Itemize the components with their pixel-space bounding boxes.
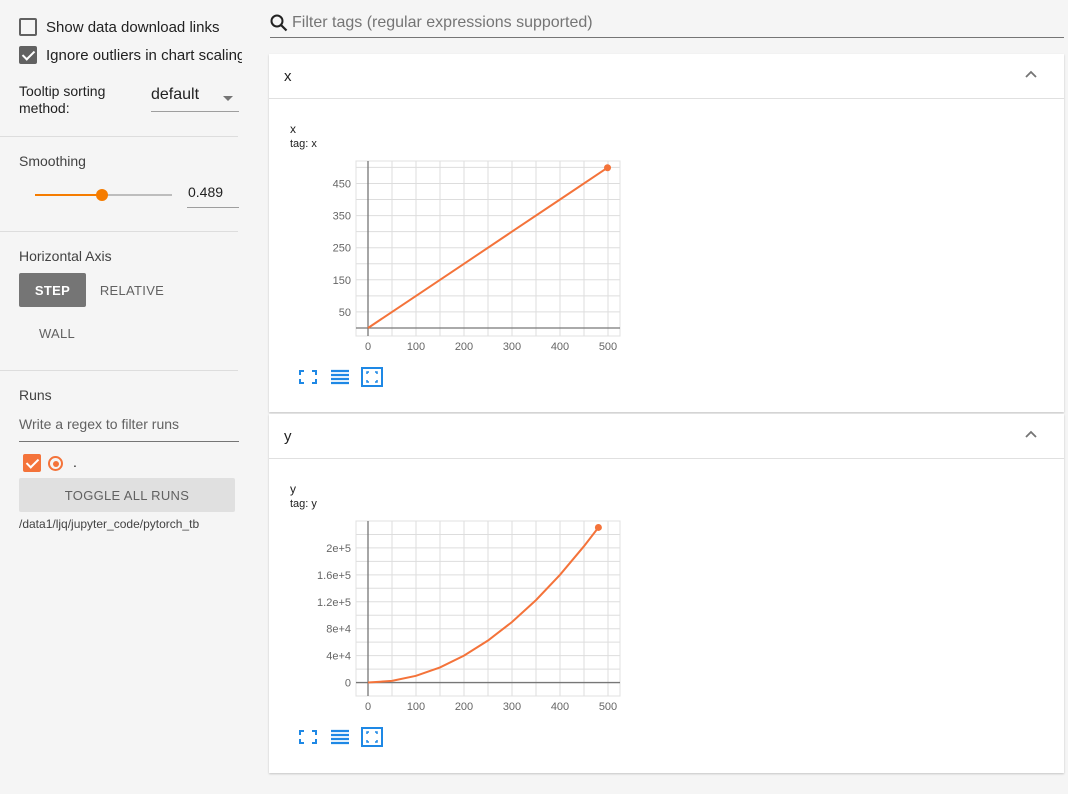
tooltip-sorting-dropdown[interactable]: default — [151, 86, 239, 112]
runs-filter-input[interactable]: Write a regex to filter runs — [19, 416, 239, 442]
chart-card-x: x x tag: x 0 100 200 300 400 500 50 150 250 350 45… — [269, 54, 1064, 412]
runs-title: Runs — [19, 387, 52, 403]
divider — [0, 370, 238, 371]
card-header-y[interactable]: y — [269, 414, 1064, 459]
tooltip-sorting-label: Tooltip sorting method: — [19, 83, 106, 116]
run-checkbox[interactable] — [23, 454, 41, 472]
series-last-point — [604, 164, 612, 172]
y-tick-label: 4e+4 — [326, 651, 351, 663]
smoothing-slider[interactable] — [35, 189, 172, 201]
series-line — [367, 526, 600, 684]
card-header-title: x — [284, 67, 292, 85]
fit-domain-icon[interactable] — [361, 367, 383, 387]
y-tick-label: 8e+4 — [326, 624, 351, 636]
y-tick-label: 150 — [333, 275, 351, 287]
fullscreen-icon[interactable] — [297, 367, 319, 387]
smoothing-value-input[interactable]: 0.489 — [187, 184, 239, 208]
chart-title: x — [290, 122, 296, 136]
y-tick-label: 2e+5 — [326, 543, 351, 555]
x-tick-label: 0 — [365, 341, 371, 353]
show-download-links-row[interactable]: Show data download links — [19, 18, 219, 36]
x-tick-label: 300 — [503, 341, 521, 353]
smoothing-slider-knob[interactable] — [95, 189, 108, 201]
ignore-outliers-checkbox[interactable] — [19, 46, 37, 64]
chevron-up-icon[interactable] — [1024, 429, 1038, 439]
x-tick-label: 0 — [365, 701, 371, 713]
search-icon — [270, 14, 288, 31]
tooltip-sorting-value: default — [151, 86, 200, 103]
data-table-icon[interactable] — [329, 727, 351, 747]
x-tick-label: 300 — [503, 701, 521, 713]
tag-filter-placeholder: Filter tags (regular expressions support… — [292, 13, 593, 31]
toggle-all-runs-button[interactable]: TOGGLE ALL RUNS — [19, 478, 235, 512]
x-tick-label: 200 — [455, 701, 473, 713]
run-color-radio-icon[interactable] — [48, 456, 63, 471]
chart-x[interactable]: 0 100 200 300 400 500 50 150 250 350 450 — [269, 154, 649, 364]
x-tick-label: 100 — [407, 701, 425, 713]
y-tick-label: 1.6e+5 — [317, 570, 351, 582]
axis-relative-button[interactable]: RELATIVE — [94, 273, 170, 307]
y-tick-label: 50 — [339, 307, 351, 319]
series-last-point — [594, 523, 602, 531]
chart-toolbar — [297, 727, 383, 747]
axis-step-button[interactable]: STEP — [19, 273, 86, 307]
chart-toolbar — [297, 367, 383, 387]
chart-tag: tag: x — [290, 138, 317, 150]
chart-tag: tag: y — [290, 498, 317, 510]
smoothing-slider-fill — [35, 194, 102, 196]
y-tick-label: 1.2e+5 — [317, 597, 351, 609]
x-tick-label: 100 — [407, 341, 425, 353]
grid — [356, 520, 620, 697]
run-path: /data1/ljq/jupyter_code/pytorch_tb — [19, 517, 200, 531]
fit-domain-icon[interactable] — [361, 727, 383, 747]
x-tick-label: 400 — [551, 341, 569, 353]
chevron-up-icon[interactable] — [1024, 69, 1038, 79]
divider — [0, 136, 238, 137]
y-tick-label: 250 — [333, 243, 351, 255]
x-tick-label: 500 — [599, 701, 617, 713]
show-download-links-checkbox[interactable] — [19, 18, 37, 36]
y-tick-label: 0 — [345, 678, 351, 690]
axis-wall-button[interactable]: WALL — [27, 316, 87, 350]
show-download-links-label: Show data download links — [46, 18, 220, 36]
chart-title: y — [290, 482, 296, 496]
horizontal-axis-title: Horizontal Axis — [19, 248, 112, 264]
run-name: . — [73, 454, 77, 470]
data-table-icon[interactable] — [329, 367, 351, 387]
sidebar: Show data download links Ignore outliers… — [0, 0, 252, 794]
smoothing-title: Smoothing — [19, 153, 86, 169]
card-header-title: y — [284, 427, 292, 445]
ignore-outliers-label: Ignore outliers in chart scaling — [46, 46, 242, 64]
divider — [0, 231, 238, 232]
tag-filter-input[interactable]: Filter tags (regular expressions support… — [270, 8, 1064, 38]
card-header-x[interactable]: x — [269, 54, 1064, 99]
x-tick-label: 200 — [455, 341, 473, 353]
chart-y[interactable]: 0 100 200 300 400 500 0 4e+4 8e+4 1.2e+5 1.6e+5 2e+… — [269, 514, 649, 724]
x-tick-label: 500 — [599, 341, 617, 353]
chart-card-y: y y tag: y 0 100 200 300 400 500 0 4e+4 8e+4 1.2e… — [269, 414, 1064, 773]
fullscreen-icon[interactable] — [297, 727, 319, 747]
runs-filter-placeholder: Write a regex to filter runs — [19, 416, 180, 432]
y-tick-label: 450 — [333, 178, 351, 190]
dropdown-arrow-icon — [223, 96, 233, 101]
ignore-outliers-row[interactable]: Ignore outliers in chart scaling — [19, 46, 242, 64]
y-tick-label: 350 — [333, 211, 351, 223]
x-tick-label: 400 — [551, 701, 569, 713]
